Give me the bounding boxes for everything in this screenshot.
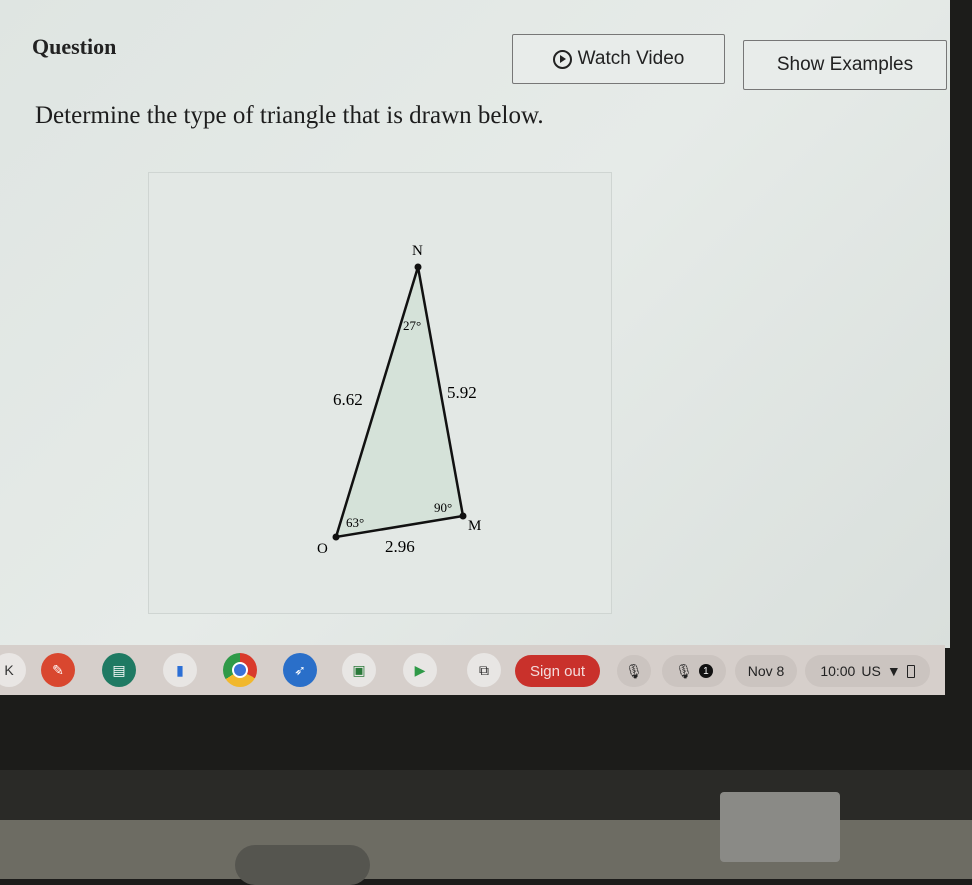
paint-icon[interactable]: ✎ [41,653,75,687]
chrome-icon[interactable] [223,653,257,687]
vertex-o-dot [332,533,340,541]
side-no-label: 6.62 [333,390,363,409]
battery-icon [906,664,915,678]
microphone-icon: 🎙︎ [625,662,643,679]
angle-m-label: 90° [434,500,452,515]
vertex-n-label: N [412,243,423,259]
date-label: Nov 8 [747,663,785,679]
status-tray[interactable]: 10:00 US ▼ [805,655,930,687]
laptop-hinge [720,792,840,862]
vertex-m-label: M [468,518,481,534]
screenshot-icon[interactable]: ⧉ [467,653,501,687]
wifi-icon: ▼ [886,663,901,679]
microphone-in-use-icon: 🎙︎ [675,662,693,679]
side-nm-label: 5.92 [447,383,477,402]
classroom-icon[interactable]: ▣ [342,653,376,687]
vertex-m-dot [459,512,467,520]
sign-out-button[interactable]: Sign out [515,655,600,687]
locale-label: US [861,663,881,679]
microphone-button[interactable]: 🎙︎ [617,655,651,687]
slides-icon[interactable]: ▤ [102,653,136,687]
screen: Question Watch Video Show Examples Deter… [0,0,950,648]
angle-o-label: 63° [346,515,364,530]
docs-icon[interactable]: ▮ [163,653,197,687]
time-label: 10:00 [820,663,856,679]
date-tray[interactable]: Nov 8 [735,655,797,687]
notification-count-badge: 1 [698,664,713,678]
vertex-o-label: O [317,541,328,557]
laptop-trackpad-edge [235,845,370,885]
notifications-pill[interactable]: 🎙︎ 1 [662,655,726,687]
angle-n-label: 27° [403,318,421,333]
side-om-label: 2.96 [385,537,415,556]
rocket-icon[interactable]: ➶ [283,653,317,687]
vertex-n-dot [414,263,422,271]
triangle-diagram: N O M 27° 63° 90° 6.62 5.92 2.96 [317,243,481,557]
play-store-icon[interactable]: ▶ [403,653,437,687]
